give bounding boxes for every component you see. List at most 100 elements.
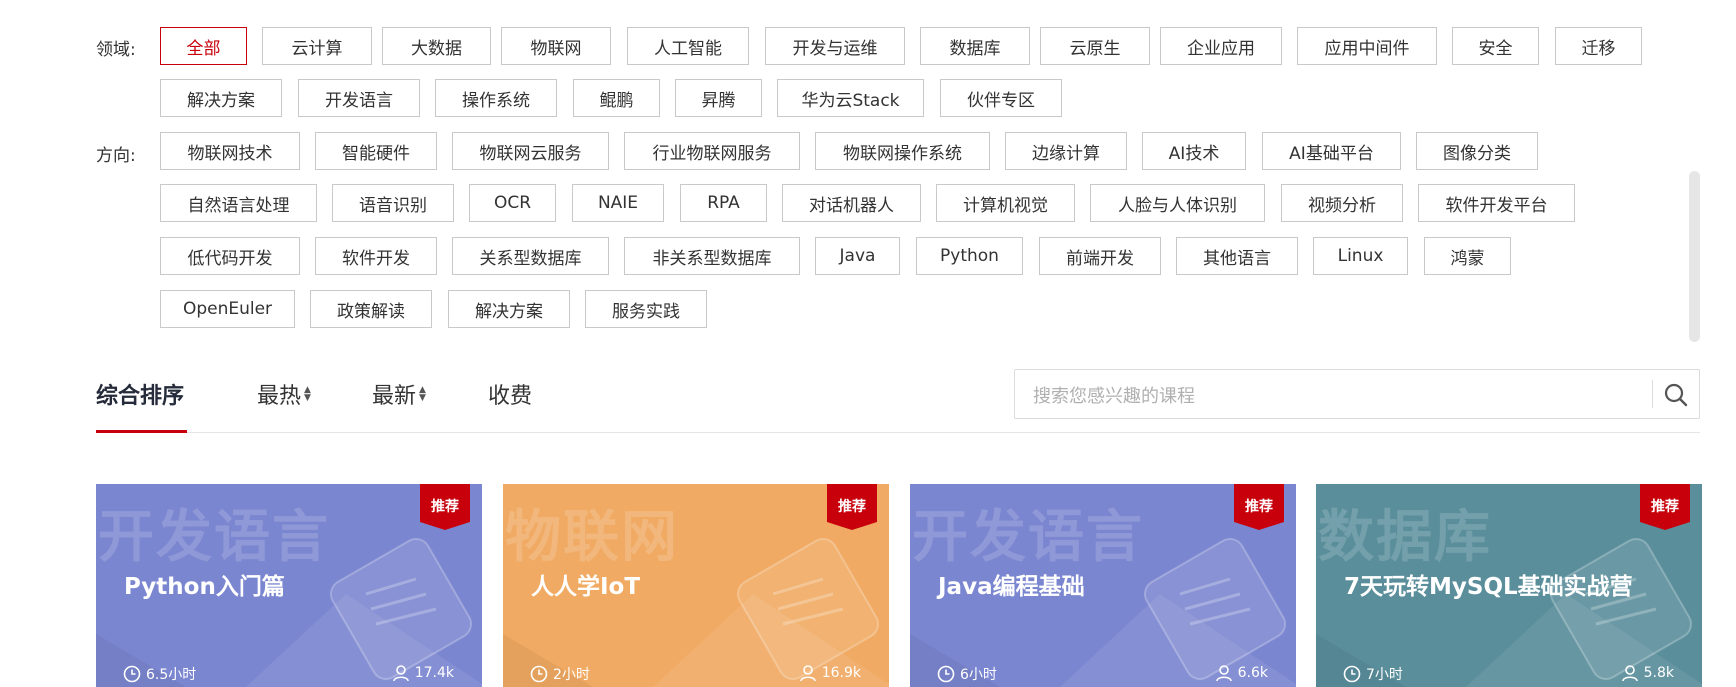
user-icon bbox=[1621, 665, 1638, 682]
domain-tag[interactable]: 数据库 bbox=[920, 27, 1030, 65]
direction-tag[interactable]: 软件开发 bbox=[315, 237, 437, 275]
recommend-badge: 推荐 bbox=[1640, 484, 1690, 530]
domain-tag[interactable]: 操作系统 bbox=[435, 79, 557, 117]
user-icon bbox=[1215, 665, 1232, 682]
recommend-badge: 推荐 bbox=[1234, 484, 1284, 530]
direction-tag[interactable]: AI技术 bbox=[1142, 132, 1246, 170]
user-icon bbox=[392, 665, 409, 682]
direction-tag[interactable]: 物联网技术 bbox=[160, 132, 300, 170]
sort-hottest[interactable]: 最热 ▲ ▼ bbox=[257, 378, 311, 410]
direction-tag[interactable]: 物联网云服务 bbox=[452, 132, 609, 170]
card-duration-text: 2小时 bbox=[553, 667, 590, 683]
direction-tag[interactable]: 物联网操作系统 bbox=[815, 132, 990, 170]
domain-tag[interactable]: 应用中间件 bbox=[1297, 27, 1437, 65]
domain-tag[interactable]: 安全 bbox=[1452, 27, 1539, 65]
sort-comprehensive-label: 综合排序 bbox=[96, 384, 185, 409]
domain-label: 领域: bbox=[96, 40, 136, 60]
search-icon[interactable] bbox=[1663, 382, 1689, 408]
direction-tag[interactable]: 解决方案 bbox=[448, 290, 570, 328]
direction-tag[interactable]: Linux bbox=[1313, 237, 1408, 275]
card-bg-text: 数据库 bbox=[1318, 505, 1492, 570]
direction-tag[interactable]: 其他语言 bbox=[1176, 237, 1298, 275]
recommend-badge: 推荐 bbox=[420, 484, 470, 530]
direction-tag[interactable]: 自然语言处理 bbox=[160, 184, 317, 222]
card-title: Python入门篇 bbox=[124, 574, 285, 600]
direction-tag[interactable]: 视频分析 bbox=[1281, 184, 1403, 222]
direction-tag[interactable]: 智能硬件 bbox=[315, 132, 437, 170]
direction-tag[interactable]: 前端开发 bbox=[1039, 237, 1161, 275]
card-title: 7天玩转MySQL基础实战营 bbox=[1344, 574, 1633, 600]
direction-tag[interactable]: 服务实践 bbox=[585, 290, 707, 328]
sort-arrows-icon: ▲ ▼ bbox=[304, 385, 311, 403]
domain-tag[interactable]: 华为云Stack bbox=[777, 79, 924, 117]
domain-tag[interactable]: 解决方案 bbox=[160, 79, 282, 117]
course-card[interactable]: 开发语言 Python入门篇 推荐 6.5小时 17.4k bbox=[96, 484, 482, 687]
card-duration: 6.5小时 bbox=[123, 664, 196, 684]
course-card[interactable]: 数据库 7天玩转MySQL基础实战营 推荐 7小时 5.8k bbox=[1316, 484, 1702, 687]
domain-tag[interactable]: 人工智能 bbox=[627, 27, 749, 65]
direction-tag[interactable]: 低代码开发 bbox=[160, 237, 300, 275]
domain-tag[interactable]: 鲲鹏 bbox=[573, 79, 660, 117]
card-duration-text: 7小时 bbox=[1366, 667, 1403, 683]
domain-tag[interactable]: 迁移 bbox=[1555, 27, 1642, 65]
badge-label: 推荐 bbox=[431, 499, 459, 515]
clock-icon bbox=[1343, 665, 1361, 683]
sort-comprehensive[interactable]: 综合排序 bbox=[96, 378, 184, 410]
direction-tag[interactable]: 软件开发平台 bbox=[1418, 184, 1575, 222]
recommend-badge: 推荐 bbox=[827, 484, 877, 530]
direction-tag[interactable]: 对话机器人 bbox=[782, 184, 921, 222]
card-learners: 17.4k bbox=[392, 664, 454, 682]
domain-tag[interactable]: 开发语言 bbox=[298, 79, 420, 117]
domain-tag[interactable]: 物联网 bbox=[501, 27, 611, 65]
card-title: 人人学IoT bbox=[531, 574, 641, 600]
clock-icon bbox=[530, 665, 548, 683]
card-bg-text: 开发语言 bbox=[912, 505, 1144, 570]
sort-paid-label: 收费 bbox=[488, 384, 533, 409]
direction-tag[interactable]: OCR bbox=[469, 184, 556, 222]
clock-icon bbox=[937, 665, 955, 683]
domain-tag[interactable]: 云计算 bbox=[262, 27, 372, 65]
search-separator bbox=[1652, 380, 1653, 408]
course-card[interactable]: 开发语言 Java编程基础 推荐 6小时 6.6k bbox=[910, 484, 1296, 687]
direction-tag[interactable]: 计算机视觉 bbox=[936, 184, 1075, 222]
direction-tag[interactable]: 关系型数据库 bbox=[452, 237, 609, 275]
sort-newest-label: 最新 bbox=[372, 384, 417, 409]
direction-tag[interactable]: Java bbox=[815, 237, 900, 275]
direction-tag[interactable]: NAIE bbox=[572, 184, 664, 222]
course-search-input[interactable] bbox=[1031, 380, 1635, 412]
direction-tag[interactable]: Python bbox=[916, 237, 1023, 275]
card-learners-text: 16.9k bbox=[821, 665, 861, 681]
badge-label: 推荐 bbox=[838, 499, 866, 515]
sort-newest[interactable]: 最新 ▲ ▼ bbox=[372, 378, 426, 410]
direction-tag[interactable]: 边缘计算 bbox=[1005, 132, 1127, 170]
card-duration: 2小时 bbox=[530, 664, 590, 684]
domain-tag[interactable]: 云原生 bbox=[1040, 27, 1150, 65]
direction-tag[interactable]: 行业物联网服务 bbox=[624, 132, 800, 170]
card-bg-text: 物联网 bbox=[505, 505, 679, 570]
direction-tag[interactable]: 非关系型数据库 bbox=[624, 237, 800, 275]
card-title: Java编程基础 bbox=[938, 574, 1085, 600]
direction-tag[interactable]: OpenEuler bbox=[160, 290, 295, 328]
card-duration: 6小时 bbox=[937, 664, 997, 684]
domain-tag[interactable]: 伙伴专区 bbox=[940, 79, 1062, 117]
direction-tag[interactable]: 政策解读 bbox=[310, 290, 432, 328]
direction-tag[interactable]: AI基础平台 bbox=[1262, 132, 1401, 170]
domain-tag[interactable]: 开发与运维 bbox=[765, 27, 905, 65]
sort-paid[interactable]: 收费 bbox=[488, 378, 532, 410]
filter-scrollbar[interactable] bbox=[1689, 171, 1700, 342]
direction-tag[interactable]: RPA bbox=[680, 184, 767, 222]
direction-tag[interactable]: 语音识别 bbox=[332, 184, 454, 222]
sort-hottest-label: 最热 bbox=[257, 384, 302, 409]
direction-tag[interactable]: 图像分类 bbox=[1416, 132, 1538, 170]
card-learners-text: 6.6k bbox=[1237, 665, 1268, 681]
direction-tag[interactable]: 人脸与人体识别 bbox=[1090, 184, 1265, 222]
domain-tag[interactable]: 大数据 bbox=[382, 27, 491, 65]
direction-tag[interactable]: 鸿蒙 bbox=[1424, 237, 1511, 275]
sort-arrows-icon: ▲ ▼ bbox=[419, 385, 426, 403]
course-card[interactable]: 物联网 人人学IoT 推荐 2小时 16.9k bbox=[503, 484, 889, 687]
badge-label: 推荐 bbox=[1651, 499, 1679, 515]
domain-tag-all[interactable]: 全部 bbox=[160, 27, 247, 65]
domain-tag[interactable]: 企业应用 bbox=[1160, 27, 1282, 65]
card-learners: 6.6k bbox=[1215, 664, 1268, 682]
domain-tag[interactable]: 昇腾 bbox=[675, 79, 762, 117]
